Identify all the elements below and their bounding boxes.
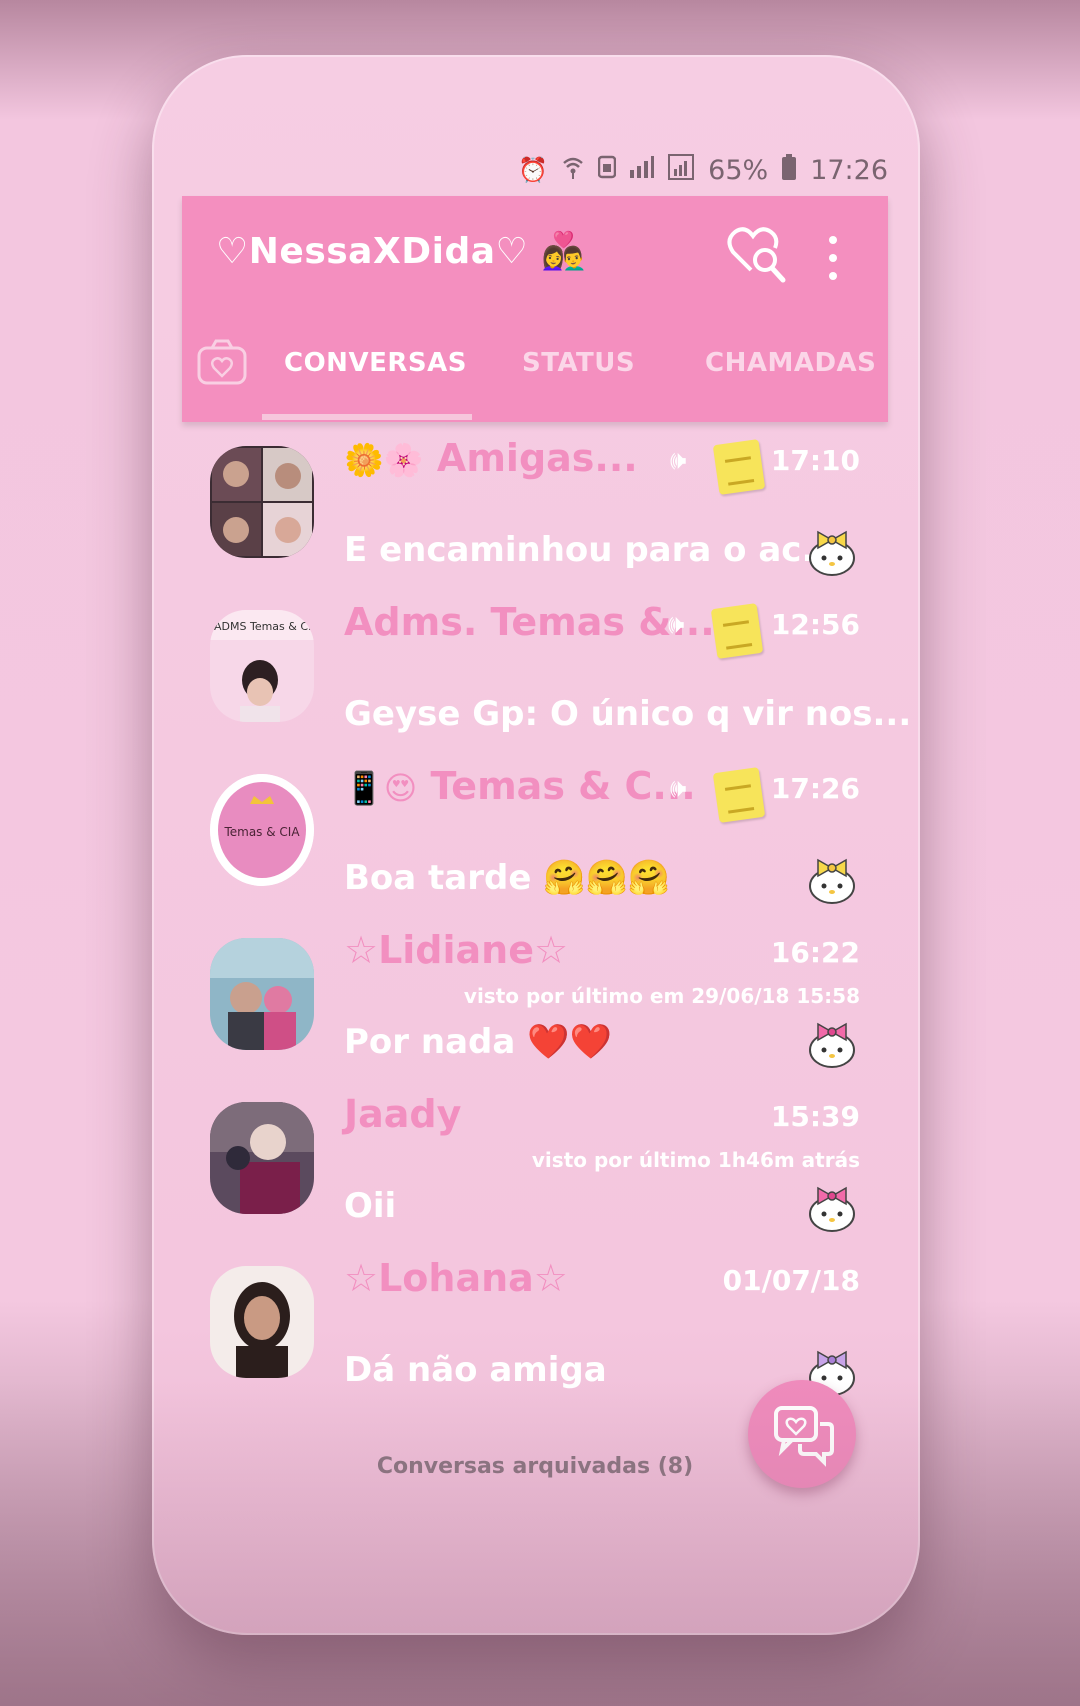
flower-emoji: 🌼🌸	[344, 441, 424, 479]
chat-row[interactable]: ADMS Temas & C... Adms. Temas &... 🕪 12:…	[182, 596, 911, 760]
tab-conversas[interactable]: CONVERSAS	[284, 348, 467, 378]
chat-name-text: Temas & C...	[430, 764, 696, 808]
chat-name-text: Amigas...	[436, 436, 638, 480]
clock: 17:26	[810, 154, 888, 186]
chat-name-text: Jaady	[344, 1092, 462, 1136]
megaphone-icon: 🕪	[670, 446, 687, 476]
pink-bow-icon	[804, 1014, 860, 1070]
sim-icon	[597, 155, 617, 185]
sticky-note-icon	[712, 767, 766, 823]
sticky-note-icon	[712, 439, 766, 495]
chat-row[interactable]: 🌼🌸 Amigas... 🕪 17:10 E encaminhou para o…	[182, 432, 888, 596]
tab-bar: CONVERSAS STATUS CHAMADAS	[182, 316, 888, 422]
avatar-text: Temas & CIA	[223, 825, 300, 839]
chat-time: 15:39	[770, 1100, 860, 1133]
avatar[interactable]	[210, 446, 314, 558]
avatar[interactable]: ADMS Temas & C...	[210, 610, 314, 722]
last-seen: visto por último 1h46m atrás	[531, 1148, 860, 1172]
avatar[interactable]	[210, 938, 314, 1050]
heart-emoji: ❤️❤️	[527, 1022, 612, 1062]
chat-time: 17:10	[770, 444, 860, 477]
chat-time: 12:56	[770, 608, 860, 641]
avatar[interactable]	[210, 1266, 314, 1378]
wifi-icon	[562, 155, 584, 185]
last-seen: visto por último em 29/06/18 15:58	[463, 984, 860, 1008]
signal-icon	[630, 156, 655, 184]
chat-row[interactable]: ☆Lidiane☆ 16:22 visto por último em 29/0…	[182, 924, 888, 1088]
camera-icon[interactable]	[196, 338, 248, 386]
chat-row[interactable]: Temas & CIA 📱😍 Temas & C... 🕪 17:26 Boa …	[182, 760, 888, 924]
chat-name: 🌼🌸 Amigas...	[344, 436, 638, 480]
active-tab-indicator	[262, 414, 472, 420]
chat-title: ♡NessaXDida♡	[216, 231, 529, 272]
chat-message: Dá não amiga	[344, 1350, 607, 1390]
phone-emoji: 📱😍	[344, 769, 418, 807]
app-bar: ♡NessaXDida♡ 👩‍❤️‍👨 CONVERSAS STATUS CHA…	[182, 196, 888, 422]
tab-chamadas[interactable]: CHAMADAS	[705, 348, 876, 378]
page-title: ♡NessaXDida♡ 👩‍❤️‍👨	[216, 230, 587, 272]
avatar[interactable]: Temas & CIA	[210, 774, 314, 886]
battery-percent: 65%	[708, 154, 769, 186]
status-bar: ⏰ 65% 17:26	[182, 150, 888, 190]
couple-emoji: 👩‍❤️‍👨	[541, 231, 587, 272]
chat-list: 🌼🌸 Amigas... 🕪 17:10 E encaminhou para o…	[182, 432, 911, 1416]
chat-message: Por nada ❤️❤️	[344, 1022, 612, 1062]
yellow-bow-icon	[804, 522, 860, 578]
chat-message: E encaminhou para o ac...	[344, 530, 841, 570]
battery-icon	[782, 154, 797, 186]
chat-time: 17:26	[770, 772, 860, 805]
chat-row[interactable]: Jaady 15:39 visto por último 1h46m atrás…	[182, 1088, 888, 1252]
chat-time: 16:22	[770, 936, 860, 969]
new-chat-button[interactable]	[748, 1380, 856, 1488]
pink-bow-icon	[804, 1178, 860, 1234]
chat-time: 01/07/18	[722, 1264, 860, 1297]
more-options-icon[interactable]	[826, 236, 840, 280]
sticky-note-icon	[710, 603, 764, 659]
avatar[interactable]	[210, 1102, 314, 1214]
chat-name-text: ☆Lohana☆	[344, 1256, 568, 1300]
megaphone-icon: 🕪	[670, 774, 687, 804]
chat-message: Oii	[344, 1186, 397, 1226]
alarm-icon: ⏰	[518, 156, 549, 184]
chat-message-text: Boa tarde	[344, 858, 532, 898]
chat-message-text: Por nada	[344, 1022, 516, 1062]
chat-name: 📱😍 Temas & C...	[344, 764, 696, 808]
tab-status[interactable]: STATUS	[522, 348, 635, 378]
chat-name-text: Adms. Temas &...	[344, 600, 715, 644]
avatar-text: ADMS Temas & C...	[214, 620, 314, 633]
search-icon[interactable]	[727, 226, 791, 286]
chat-message: Boa tarde 🤗🤗🤗	[344, 858, 670, 898]
chat-bubble-icon	[774, 1406, 834, 1467]
megaphone-icon: 🕪	[668, 610, 685, 640]
chat-message: Geyse Gp: O único q vir nos...	[344, 694, 912, 734]
yellow-bow-icon	[804, 850, 860, 906]
signal-box-icon	[668, 154, 695, 186]
hug-emoji: 🤗🤗🤗	[543, 858, 671, 898]
chat-name-text: ☆Lidiane☆	[344, 928, 569, 972]
